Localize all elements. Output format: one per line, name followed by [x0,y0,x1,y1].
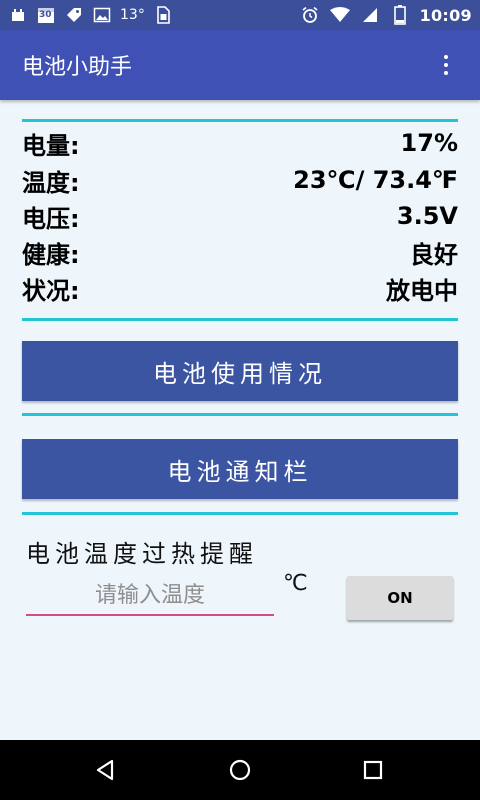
battery-icon [390,5,410,25]
info-row-temperature: 温度: 23℃/ 73.4℉ [22,163,458,197]
battery-notification-button[interactable]: 电池通知栏 [22,439,458,499]
divider [22,512,458,515]
info-row-status: 状况: 放电中 [22,271,458,305]
info-value: 良好 [410,240,458,269]
info-value: 17% [400,129,458,157]
status-time: 10:09 [419,5,472,25]
info-row-level: 电量: 17% [22,126,458,160]
status-bar: 30 13° 10:09 [0,0,480,30]
temperature-unit: ℃ [283,571,308,596]
info-row-voltage: 电压: 3.5V [22,199,458,233]
usb-icon [8,5,28,25]
navigation-bar [0,740,480,800]
tag-icon [64,5,84,25]
app-toolbar: 电池小助手 [0,30,480,100]
info-label: 电压: [22,204,80,233]
status-bar-notifications: 30 13° [8,5,173,25]
temperature-input[interactable] [26,576,274,616]
wifi-icon [329,5,350,25]
image-icon [92,5,112,25]
divider [22,413,458,416]
alarm-icon [300,5,320,25]
divider [22,119,458,122]
info-value: 23℃/ 73.4℉ [293,166,458,194]
calendar-day: 30 [39,10,52,20]
back-icon[interactable] [85,750,125,790]
divider [22,318,458,321]
more-vert-icon[interactable] [434,45,458,85]
home-icon[interactable] [220,750,260,790]
status-temperature: 13° [120,7,145,23]
app-title: 电池小助手 [22,55,133,80]
sim-card-icon [153,5,173,25]
info-label: 健康: [22,240,80,269]
info-value: 3.5V [396,202,458,230]
info-value: 放电中 [386,276,458,305]
recents-icon[interactable] [353,750,393,790]
battery-usage-button[interactable]: 电池使用情况 [22,341,458,401]
overheat-label: 电池温度过热提醒 [26,540,258,568]
info-label: 电量: [22,131,80,160]
status-bar-system: 10:09 [300,5,472,25]
info-label: 温度: [22,168,80,197]
info-label: 状况: [22,276,80,305]
overheat-toggle-button[interactable]: ON [347,576,453,620]
calendar-icon: 30 [36,5,56,25]
info-row-health: 健康: 良好 [22,235,458,269]
signal-icon [360,5,380,25]
